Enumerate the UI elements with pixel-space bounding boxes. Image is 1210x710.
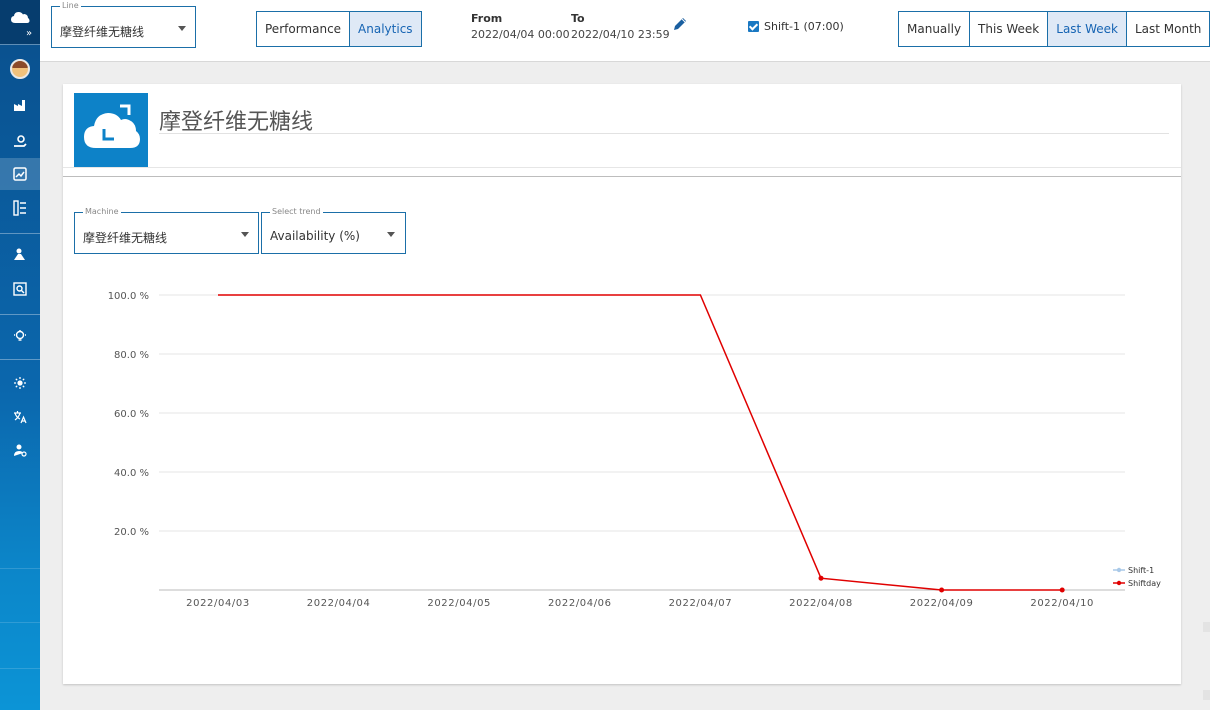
sidebar-divider	[0, 568, 40, 569]
scrollbar-thumb[interactable]	[1203, 622, 1210, 632]
data-point	[939, 587, 945, 593]
y-tick-label: 100.0 %	[108, 291, 149, 302]
shift-checkbox-label: Shift-1 (07:00)	[764, 20, 844, 33]
tab-performance[interactable]: Performance	[257, 12, 351, 46]
x-tick-label: 2022/04/03	[186, 598, 250, 609]
analytics-icon	[13, 167, 27, 181]
x-tick-label: 2022/04/09	[910, 598, 974, 609]
sidebar-item-operations[interactable]	[0, 125, 40, 157]
bulb-icon	[14, 330, 26, 341]
legend-marker	[1116, 567, 1122, 573]
tab-manually[interactable]: Manually	[899, 12, 971, 46]
y-tick-label: 80.0 %	[114, 350, 149, 361]
y-tick-label: 60.0 %	[114, 409, 149, 420]
avatar	[10, 59, 30, 79]
from-value: 2022/04/04 00:00	[471, 28, 570, 41]
x-tick-label: 2022/04/08	[789, 598, 853, 609]
translate-icon	[14, 411, 27, 424]
sidebar-item-account[interactable]	[0, 434, 40, 466]
sidebar-item-settings[interactable]	[0, 367, 40, 399]
user-tools-icon	[14, 248, 25, 260]
sidebar-item-language[interactable]	[0, 401, 40, 433]
shift-checkbox[interactable]	[748, 21, 759, 32]
legend-marker	[1116, 580, 1122, 586]
sidebar-divider	[0, 622, 40, 623]
sidebar-divider	[0, 233, 40, 234]
hand-gear-icon	[14, 135, 27, 147]
app-logo[interactable]: »	[0, 0, 40, 44]
sidebar-item-users[interactable]	[0, 238, 40, 270]
user-settings-icon	[14, 444, 27, 457]
sidebar-divider	[0, 359, 40, 360]
data-point	[1059, 587, 1065, 593]
chevron-down-icon	[178, 26, 186, 31]
sidebar-item-reports[interactable]	[0, 192, 40, 224]
legend-label: Shiftday	[1128, 579, 1161, 588]
sidebar-item-inspection[interactable]	[0, 273, 40, 305]
x-tick-label: 2022/04/06	[548, 598, 612, 609]
settings-sun-icon	[14, 377, 26, 389]
sidebar-item-analytics[interactable]	[0, 158, 40, 190]
line-select[interactable]: Line 摩登纤维无糖线	[51, 1, 196, 48]
view-tabs: Performance Analytics	[256, 11, 422, 47]
period-tabs: Manually This Week Last Week Last Month	[898, 11, 1210, 47]
legend-label: Shift-1	[1128, 566, 1154, 575]
x-tick-label: 2022/04/04	[307, 598, 371, 609]
factory-icon	[14, 100, 25, 111]
expand-sidebar-icon[interactable]: »	[26, 29, 32, 39]
from-label: From	[471, 12, 503, 25]
line-select-value: 摩登纤维无糖线	[60, 25, 145, 39]
sidebar: »	[0, 0, 40, 710]
to-value: 2022/04/10 23:59	[571, 28, 670, 41]
edit-date-icon[interactable]	[672, 16, 688, 32]
availability-chart: 20.0 % 40.0 % 60.0 % 80.0 % 100.0 % 2022/04/0…	[108, 291, 1161, 609]
series-line-shiftday	[218, 294, 1063, 591]
tab-this-week[interactable]: This Week	[970, 12, 1049, 46]
sidebar-item-production[interactable]	[0, 89, 40, 121]
line-select-legend: Line	[60, 1, 81, 11]
scrollbar-thumb[interactable]	[1203, 690, 1210, 700]
cloud-logo-icon	[11, 12, 30, 23]
x-tick-label: 2022/04/05	[427, 598, 491, 609]
report-icon	[13, 200, 26, 216]
to-label: To	[571, 12, 585, 25]
sidebar-divider	[0, 314, 40, 315]
y-tick-label: 20.0 %	[114, 527, 149, 538]
y-tick-label: 40.0 %	[114, 468, 149, 479]
x-tick-label: 2022/04/10	[1030, 598, 1094, 609]
tab-last-month[interactable]: Last Month	[1126, 12, 1210, 46]
to-date: To 2022/04/10 23:59	[571, 12, 670, 41]
from-date: From 2022/04/04 00:00	[471, 12, 570, 41]
analytics-card: 摩登纤维无糖线 Machine 摩登纤维无糖线 Select trend Ava…	[63, 84, 1181, 684]
inspect-icon	[13, 282, 27, 296]
tab-analytics[interactable]: Analytics	[350, 12, 421, 46]
sidebar-item-alerts[interactable]	[0, 320, 40, 352]
sidebar-divider	[0, 668, 40, 669]
sidebar-item-profile[interactable]	[0, 53, 40, 85]
sidebar-divider	[0, 44, 40, 45]
x-tick-label: 2022/04/07	[669, 598, 733, 609]
tab-last-week[interactable]: Last Week	[1048, 12, 1127, 46]
data-point	[818, 575, 824, 581]
top-toolbar: Line 摩登纤维无糖线 Performance Analytics From …	[40, 0, 1210, 62]
